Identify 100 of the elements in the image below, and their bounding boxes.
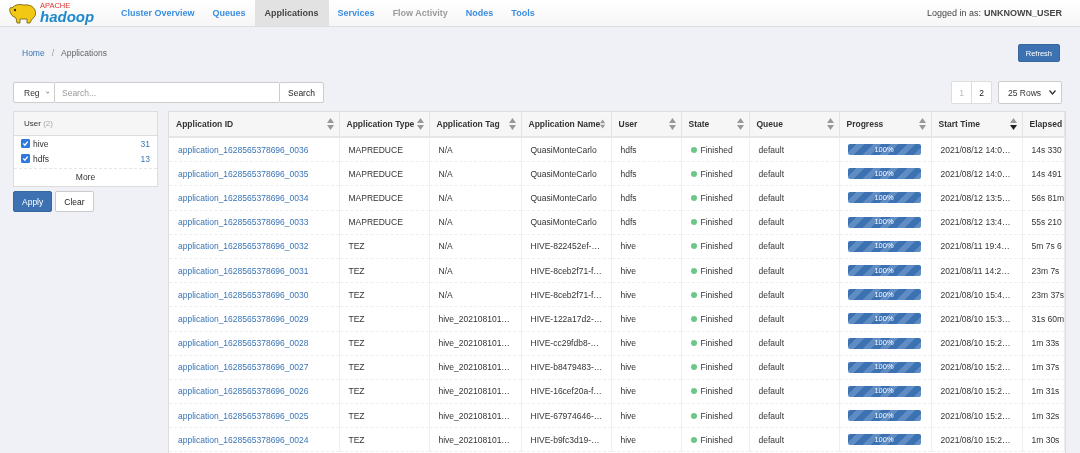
nav-tab[interactable]: Queues [203,0,255,26]
table-cell: 2021/08/12 13:4… [940,217,1011,228]
application-link[interactable]: application_1628565378696_0036 [178,144,309,155]
table-cell: TEZ [348,362,365,373]
column-header[interactable]: Progress [839,112,931,137]
application-link[interactable]: application_1628565378696_0025 [178,410,309,421]
state-text: Finished [700,313,733,324]
nav-tab[interactable]: Applications [254,0,329,26]
nav-tab[interactable]: Tools [502,0,544,26]
clear-button[interactable]: Clear [55,191,94,212]
table-cell: default [758,434,785,445]
table-cell: default [758,362,785,373]
table-cell: default [758,144,785,155]
table-cell: default [758,192,785,203]
checkbox[interactable] [21,139,30,148]
table-cell: hive_202108101… [438,434,510,445]
application-link[interactable]: application_1628565378696_0035 [178,168,309,179]
table-cell: HIVE-8ceb2f71-f… [530,289,602,300]
search-field[interactable]: Search... [55,82,279,103]
table-cell: 2021/08/10 15:2… [940,410,1011,421]
application-link[interactable]: application_1628565378696_0028 [178,338,309,349]
column-header[interactable]: User [611,112,681,137]
application-link[interactable]: application_1628565378696_0030 [178,289,309,300]
table-cell: 2021/08/10 15:3… [940,313,1011,324]
rows-per-page-select[interactable]: 25 Rows [998,81,1062,104]
checkbox[interactable] [21,154,30,163]
application-link[interactable]: application_1628565378696_0024 [178,434,309,445]
column-header[interactable]: Application Name [521,112,611,137]
state-text: Finished [700,168,733,179]
table-cell: hive [620,289,637,300]
application-link[interactable]: application_1628565378696_0031 [178,265,309,276]
table-cell: TEZ [348,386,365,397]
table-cell: 1m 32s [1031,410,1060,421]
column-header[interactable]: Application Type [339,112,429,137]
table-cell: hdfs [620,168,637,179]
column-header[interactable]: Application Tag [429,112,521,137]
table-cell: TEZ [348,313,365,324]
table-cell: hive [620,410,637,421]
application-link[interactable]: application_1628565378696_0027 [178,362,309,373]
page-link[interactable]: 2 [972,82,991,103]
table-cell: hive_202108101… [438,313,510,324]
state-text: Finished [700,386,733,397]
table-cell: 14s 491 [1031,168,1062,179]
search-mode-select[interactable]: Reg [13,82,55,103]
table-cell: 23m 37s [1031,289,1064,300]
table-cell: HIVE-16cef20a-f… [530,386,602,397]
application-link[interactable]: application_1628565378696_0034 [178,192,309,203]
column-header[interactable]: Start Time [931,112,1022,137]
table-cell: TEZ [348,241,365,252]
column-header[interactable]: Queue [749,112,839,137]
breadcrumb-link[interactable]: Home [22,48,45,58]
table-cell: hive_202108101… [438,362,510,373]
more-link[interactable]: More [75,172,96,182]
login-label: Logged in as: [926,8,981,18]
table-cell: 5m 7s 6 [1031,241,1062,252]
table-cell: 14s 330 [1031,144,1062,155]
table-cell: N/A [438,144,453,155]
state-text: Finished [700,410,733,421]
application-link[interactable]: application_1628565378696_0029 [178,313,309,324]
state-text: Finished [700,192,733,203]
table-cell: 2021/08/12 14:0… [940,144,1011,155]
table-cell: HIVE-b8479483-… [530,362,603,373]
state-text: Finished [700,265,733,276]
application-link[interactable]: application_1628565378696_0033 [178,217,309,228]
table-cell: 23m 7s [1031,265,1060,276]
table-cell: QuasiMonteCarlo [530,168,597,179]
facet-count: (2) [43,119,53,128]
application-link[interactable]: application_1628565378696_0032 [178,241,309,252]
state-text: Finished [700,362,733,373]
nav-tab[interactable]: Services [328,0,384,26]
table-cell: N/A [438,265,453,276]
logo-wordmark: hadoop [40,8,95,24]
column-header[interactable]: Elapsed [1022,112,1065,137]
search-button[interactable]: Search [279,82,324,103]
filter-count: 31 [140,138,150,149]
column-header[interactable]: Application ID [169,112,339,137]
chevron-down-icon [45,90,49,95]
table-cell: N/A [438,217,453,228]
table-cell: 2021/08/12 13:5… [940,192,1011,203]
table-cell: 2021/08/11 14:2… [940,265,1010,276]
state-text: Finished [700,434,733,445]
table-cell: default [758,338,785,349]
state-text: Finished [700,338,733,349]
application-link[interactable]: application_1628565378696_0026 [178,386,309,397]
table-cell: QuasiMonteCarlo [530,217,597,228]
apply-button[interactable]: Apply [13,191,53,212]
table-cell: hive_202108101… [438,338,510,349]
nav-tab[interactable]: Cluster Overview [112,0,204,26]
table-cell: hive [620,265,637,276]
table-cell: default [758,265,785,276]
table-cell: default [758,386,785,397]
table-cell: N/A [438,168,453,179]
table-cell: 2021/08/10 15:2… [940,386,1011,397]
table-cell: TEZ [348,289,365,300]
table-cell: 55s 210 [1031,217,1062,228]
column-header[interactable]: State [681,112,749,137]
chevron-down-icon [1049,90,1056,95]
table-cell: 2021/08/10 15:4… [940,289,1011,300]
nav-tab[interactable]: Nodes [456,0,503,26]
table-cell: TEZ [348,265,365,276]
